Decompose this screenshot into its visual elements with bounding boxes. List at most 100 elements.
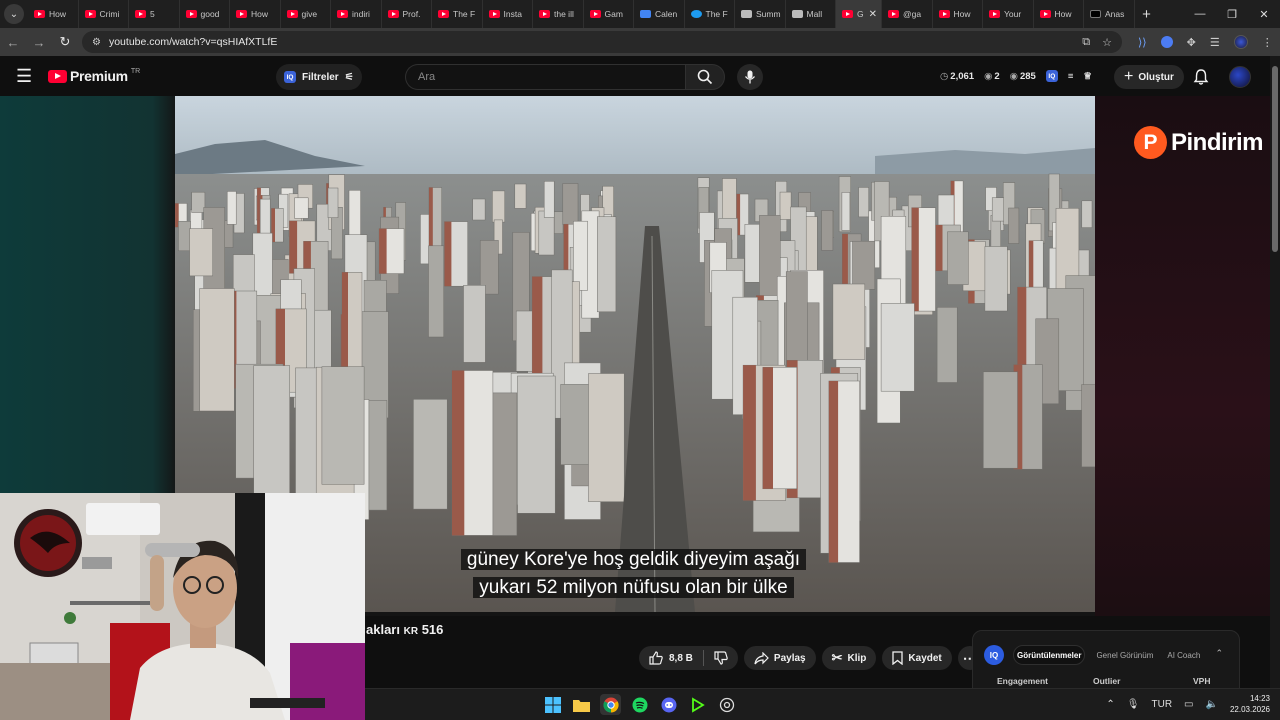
chrome-icon[interactable] bbox=[600, 694, 621, 715]
browser-tab[interactable]: good bbox=[180, 0, 230, 28]
notifications-button[interactable] bbox=[1192, 68, 1210, 86]
scrollbar-thumb[interactable] bbox=[1272, 66, 1278, 252]
kebab-menu-icon[interactable]: ⋮ bbox=[1262, 36, 1273, 49]
windows-start-icon[interactable] bbox=[542, 694, 563, 715]
account-avatar[interactable] bbox=[1229, 66, 1251, 88]
search-button[interactable] bbox=[685, 64, 725, 90]
address-bar[interactable]: ⚙ youtube.com/watch?v=qsHIAfXTLfE ⧉ ☆ bbox=[82, 31, 1122, 53]
tab-search-button[interactable]: ⌄ bbox=[4, 4, 24, 24]
browser-tab[interactable]: Calen bbox=[634, 0, 685, 28]
browser-tab[interactable]: Summ bbox=[735, 0, 786, 28]
browser-tab[interactable]: Mall bbox=[786, 0, 836, 28]
hamburger-menu-icon[interactable]: ☰ bbox=[16, 66, 40, 87]
browser-tab[interactable]: Anas bbox=[1084, 0, 1135, 28]
building bbox=[1081, 384, 1095, 468]
discord-icon[interactable] bbox=[658, 694, 679, 715]
browser-tab[interactable]: Prof. bbox=[382, 0, 432, 28]
webcam-feed bbox=[0, 493, 365, 720]
voice-search-button[interactable] bbox=[737, 64, 763, 90]
browser-tab[interactable]: Insta bbox=[483, 0, 533, 28]
reload-button[interactable]: ↻ bbox=[52, 34, 78, 50]
building bbox=[226, 191, 237, 225]
network-icon[interactable]: ▭ bbox=[1184, 699, 1193, 710]
iq-tab-views[interactable]: Görüntülenmeler bbox=[1013, 645, 1086, 665]
url-text[interactable]: youtube.com/watch?v=qsHIAfXTLfE bbox=[109, 36, 277, 48]
clip-button[interactable]: ✂ Klip bbox=[821, 646, 877, 670]
maximize-icon[interactable]: ❐ bbox=[1216, 0, 1248, 28]
browser-tab[interactable]: How bbox=[933, 0, 983, 28]
profile-avatar[interactable] bbox=[1233, 35, 1248, 49]
puzzle-extensions-icon[interactable]: ✥ bbox=[1187, 36, 1196, 49]
chevron-up-icon[interactable]: ⌃ bbox=[1215, 648, 1223, 659]
tab-label: 5 bbox=[150, 9, 155, 19]
language-indicator[interactable]: TUR bbox=[1151, 699, 1172, 710]
tab-label: The F bbox=[453, 9, 476, 19]
browser-tab[interactable]: Crimi bbox=[79, 0, 129, 28]
youtube-icon bbox=[236, 10, 247, 18]
column-vph: VPH bbox=[1193, 676, 1211, 686]
clock[interactable]: 14:23 22.03.2026 bbox=[1230, 693, 1270, 715]
views-stat: ◷ 2,061 bbox=[940, 71, 974, 82]
extension-stats: ◷ 2,061 ◉ 2 ◉ 285 IQ ≡ ♕ bbox=[940, 70, 1092, 82]
bookmark-star-icon[interactable]: ☆ bbox=[1102, 36, 1112, 49]
trophy-icon[interactable]: ♕ bbox=[1083, 71, 1092, 82]
share-button[interactable]: Paylaş bbox=[743, 646, 816, 670]
search-field[interactable] bbox=[405, 64, 685, 90]
building bbox=[588, 373, 625, 502]
minimize-icon[interactable]: — bbox=[1184, 0, 1216, 28]
chevron-up-icon[interactable]: ⌃ bbox=[1106, 699, 1114, 710]
page-scrollbar[interactable] bbox=[1270, 56, 1280, 694]
close-window-icon[interactable]: ✕ bbox=[1248, 0, 1280, 28]
search-input[interactable] bbox=[418, 71, 685, 83]
file-explorer-icon[interactable] bbox=[571, 694, 592, 715]
browser-tab[interactable]: Your bbox=[983, 0, 1034, 28]
create-button[interactable]: + Oluştur bbox=[1114, 65, 1184, 89]
close-tab-icon[interactable]: ✕ bbox=[869, 9, 877, 20]
subtitle-line: güney Kore'ye hoş geldik diyeyim aşağı bbox=[460, 549, 807, 570]
extension-icon[interactable] bbox=[1160, 36, 1173, 48]
browser-tab[interactable]: the ill bbox=[533, 0, 584, 28]
new-tab-button[interactable]: + bbox=[1135, 6, 1159, 23]
dislike-button[interactable] bbox=[704, 646, 738, 670]
extension-icon[interactable]: ⟩⟩ bbox=[1138, 36, 1147, 49]
iq-extension-icon[interactable]: IQ bbox=[1045, 70, 1058, 82]
live-stat: ◉ 2 bbox=[984, 71, 1000, 82]
building bbox=[428, 245, 444, 338]
iq-tab-ai-coach[interactable]: AI Coach bbox=[1164, 645, 1203, 665]
browser-tab[interactable]: How bbox=[1034, 0, 1084, 28]
bookmark-icon bbox=[892, 651, 904, 665]
install-app-icon[interactable]: ⧉ bbox=[1082, 36, 1090, 49]
filters-button[interactable]: IQ Filtreler ⚟ bbox=[276, 64, 362, 90]
browser-tab[interactable]: indiri bbox=[331, 0, 382, 28]
microphone-icon[interactable]: 🎙 bbox=[1127, 699, 1140, 710]
browser-tab[interactable]: 5 bbox=[129, 0, 180, 28]
building bbox=[554, 211, 564, 234]
tab-label: Summ bbox=[756, 9, 781, 19]
browser-tab[interactable]: How bbox=[28, 0, 79, 28]
browser-tab[interactable]: Gam bbox=[584, 0, 634, 28]
save-button[interactable]: Kaydet bbox=[882, 646, 952, 670]
browser-tab[interactable]: The F bbox=[432, 0, 483, 28]
building bbox=[191, 191, 206, 213]
reading-list-icon[interactable]: ☰ bbox=[1210, 36, 1220, 49]
list-icon[interactable]: ≡ bbox=[1068, 71, 1074, 82]
browser-tab[interactable]: How bbox=[230, 0, 281, 28]
site-info-icon[interactable]: ⚙ bbox=[92, 37, 101, 48]
like-button[interactable]: 8,8 B bbox=[649, 646, 703, 670]
app-icon[interactable] bbox=[716, 694, 737, 715]
spotify-icon[interactable] bbox=[629, 694, 650, 715]
price-code: KR bbox=[403, 626, 419, 637]
browser-tab[interactable]: give bbox=[281, 0, 331, 28]
forward-button[interactable]: → bbox=[26, 35, 52, 50]
building bbox=[189, 228, 213, 277]
country-code: TR bbox=[130, 67, 141, 75]
back-button[interactable]: ← bbox=[0, 35, 26, 50]
browser-tab[interactable]: @ga bbox=[882, 0, 933, 28]
browser-tab[interactable]: The F bbox=[685, 0, 735, 28]
game-launcher-icon[interactable] bbox=[687, 694, 708, 715]
column-outlier: Outlier bbox=[1093, 676, 1121, 686]
iq-tab-overview[interactable]: Genel Görünüm bbox=[1093, 645, 1156, 665]
browser-tab[interactable]: G ✕ bbox=[836, 0, 882, 28]
youtube-logo[interactable]: Premium TR bbox=[48, 68, 140, 84]
volume-icon[interactable]: 🔈 bbox=[1206, 699, 1218, 710]
